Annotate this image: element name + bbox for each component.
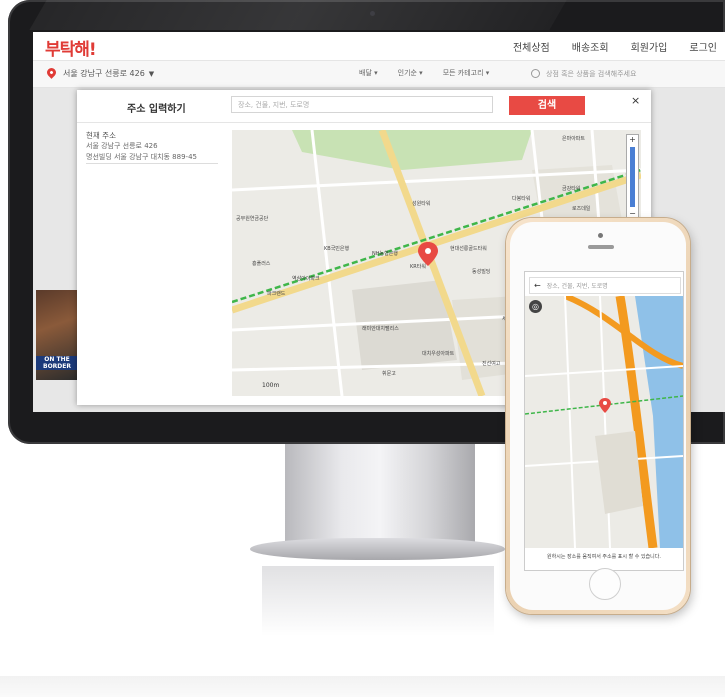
- nav-delivery-tracking[interactable]: 배송조회: [572, 39, 609, 54]
- address-text: 서울 강남구 선릉로 426: [63, 69, 145, 78]
- map-label: 래미안대치팰리스: [362, 325, 399, 332]
- map-scale: 100m: [262, 382, 280, 389]
- current-location-icon[interactable]: ◎: [529, 300, 542, 313]
- monitor-camera: [370, 11, 375, 16]
- search-button[interactable]: 검색: [509, 96, 585, 115]
- nav-login[interactable]: 로그인: [689, 39, 717, 54]
- map-label: 파크랜드: [267, 290, 286, 297]
- phone-map-graphic: [525, 296, 683, 548]
- map-label: 은마아파트: [562, 135, 585, 142]
- map-label: 동성빌딩: [472, 268, 490, 275]
- phone-search-input[interactable]: ← 장소, 건물, 지번, 도로명: [529, 277, 681, 294]
- map-label: 흥플러스: [252, 260, 271, 267]
- nav-all-stores[interactable]: 전체상점: [513, 39, 550, 54]
- map-label: 성원타워: [412, 200, 430, 207]
- close-icon[interactable]: ×: [631, 94, 640, 107]
- modal-title: 주소 입력하기: [127, 104, 186, 115]
- site-logo[interactable]: 부탁해!: [45, 35, 97, 60]
- filter-delivery[interactable]: 배달 ▾: [359, 68, 378, 78]
- map-label: 역삼아이파크: [292, 275, 320, 282]
- filter-sort[interactable]: 인기순 ▾: [398, 68, 423, 78]
- current-address-road: 서울 강남구 선릉로 426: [86, 142, 158, 150]
- map-label: NH농협은행: [372, 250, 398, 257]
- map-label: 공무원연금공단: [236, 215, 269, 222]
- map-label: 로즈데일: [572, 205, 591, 212]
- zoom-in-button[interactable]: +: [627, 135, 638, 145]
- phone-speaker: [588, 245, 614, 249]
- modal-divider: [77, 122, 651, 123]
- floor: [0, 676, 725, 697]
- map-label: 진선여고: [482, 360, 501, 367]
- map-label: KR타워: [410, 263, 426, 270]
- stand-reflection: [262, 566, 494, 636]
- phone-search-placeholder: 장소, 건물, 지번, 도로명: [546, 283, 608, 290]
- thumbnail-label: ON THE BORDER: [36, 356, 78, 370]
- map-label: KB국민은행: [324, 245, 350, 252]
- phone-camera: [598, 233, 603, 238]
- phone-map[interactable]: ◎: [525, 296, 683, 548]
- smartphone: ← 장소, 건물, 지번, 도로명 ◎ 원하시는 장소를 움직여서 주소를 표시…: [506, 218, 690, 614]
- zoom-slider[interactable]: [630, 147, 635, 207]
- phone-hint-text: 원하시는 장소를 움직여서 주소를 표시 할 수 있습니다.: [547, 554, 661, 560]
- current-address-label: 현재 주소: [86, 131, 116, 140]
- location-pin-icon: [45, 66, 58, 79]
- chevron-down-icon: ▼: [148, 70, 155, 78]
- site-nav: 전체상점 배송조회 회원가입 로그인: [513, 32, 725, 60]
- site-search[interactable]: 상점 혹은 상품을 검색해주세요: [531, 66, 701, 81]
- map-label: 현대선릉골드타워: [450, 245, 487, 252]
- filter-bar: 서울 강남구 선릉로 426 ▼ 배달 ▾ 인기순 ▾ 모든 카테고리 ▾ 상점 …: [33, 61, 725, 88]
- site-header: 부탁해! 전체상점 배송조회 회원가입 로그인: [33, 32, 725, 61]
- monitor-gloss: [29, 0, 567, 30]
- phone-face: ← 장소, 건물, 지번, 도로명 ◎ 원하시는 장소를 움직여서 주소를 표시…: [510, 222, 686, 610]
- monitor-stand-base: [250, 538, 505, 560]
- back-arrow-icon[interactable]: ←: [534, 281, 541, 290]
- map-label: 금강타워: [562, 185, 580, 192]
- filter-dropdowns: 배달 ▾ 인기순 ▾ 모든 카테고리 ▾: [359, 68, 509, 78]
- map-label: 대치우성아파트: [422, 350, 455, 357]
- nav-signup[interactable]: 회원가입: [631, 39, 668, 54]
- map-label: 휘문고: [382, 370, 396, 377]
- search-icon: [531, 69, 540, 78]
- monitor-stand-neck: [285, 444, 475, 544]
- filter-category[interactable]: 모든 카테고리 ▾: [443, 68, 490, 78]
- map-zoom-control[interactable]: + −: [626, 134, 639, 220]
- address-selector[interactable]: 서울 강남구 선릉로 426 ▼: [63, 68, 154, 79]
- map-label: 다봉타워: [512, 195, 530, 202]
- current-address-divider: [86, 163, 218, 164]
- home-button[interactable]: [589, 568, 621, 600]
- current-address-jibun: 명선빌딩 서울 강남구 대치동 889-45: [86, 153, 197, 161]
- phone-screen: ← 장소, 건물, 지번, 도로명 ◎ 원하시는 장소를 움직여서 주소를 표시…: [524, 271, 684, 571]
- site-search-placeholder: 상점 혹은 상품을 검색해주세요: [546, 69, 637, 78]
- address-search-input[interactable]: 장소, 건물, 지번, 도로명: [231, 96, 493, 113]
